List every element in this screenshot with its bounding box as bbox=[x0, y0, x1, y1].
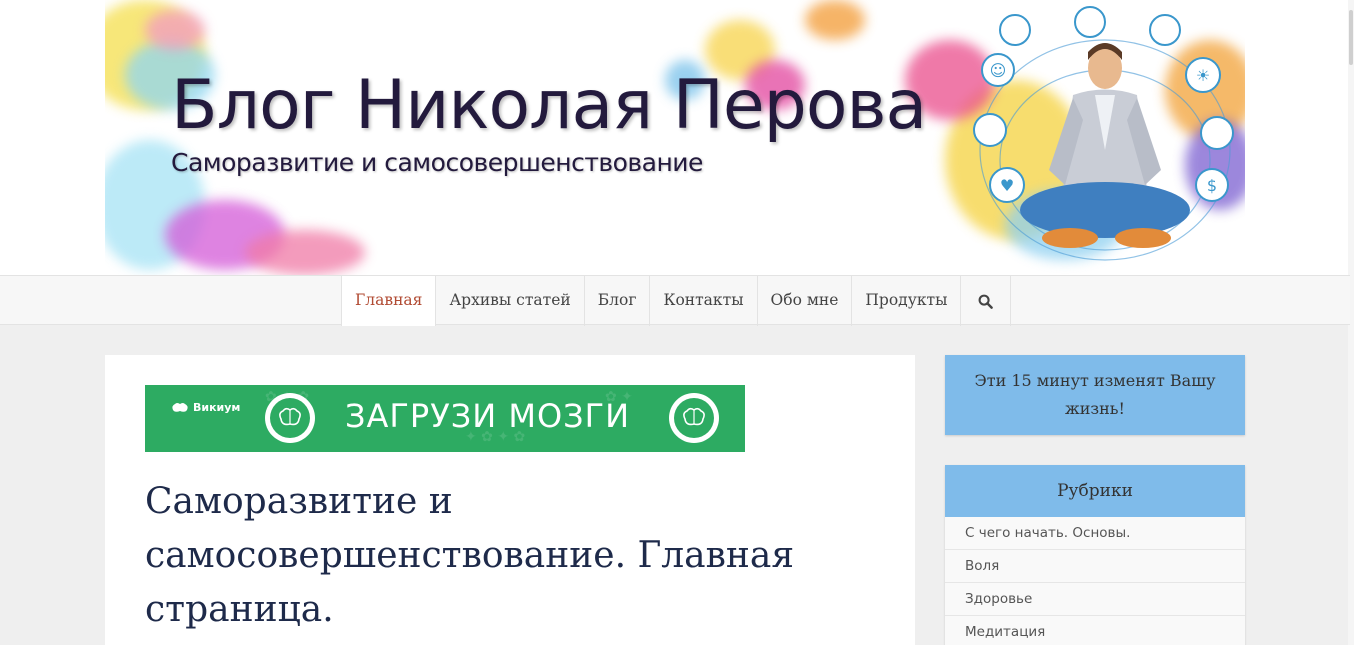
ad-banner[interactable]: ✿ ✦ ✿ ✦ ✿ ✦ ✿ ✿ ✦ Викиум ЗАГРУЗИ МОЗГИ bbox=[145, 385, 745, 452]
site-title[interactable]: Блог Николая Перова bbox=[171, 66, 927, 145]
nav-item-contacts[interactable]: Контакты bbox=[650, 276, 758, 326]
main-content: ✿ ✦ ✿ ✦ ✿ ✦ ✿ ✿ ✦ Викиум ЗАГРУЗИ МОЗГИ С… bbox=[105, 355, 915, 645]
nav-item-home[interactable]: Главная bbox=[342, 276, 437, 326]
svg-text:☺: ☺ bbox=[990, 61, 1007, 80]
main-navigation: Главная Архивы статей Блог Контакты Обо … bbox=[0, 275, 1350, 326]
nav-menu: Главная Архивы статей Блог Контакты Обо … bbox=[341, 276, 1012, 326]
nav-item-archives[interactable]: Архивы статей bbox=[436, 276, 585, 326]
nav-item-products[interactable]: Продукты bbox=[852, 276, 962, 326]
svg-text:$: $ bbox=[1207, 176, 1217, 195]
scrollbar-thumb[interactable] bbox=[1349, 10, 1353, 65]
svg-text:☀: ☀ bbox=[1196, 66, 1210, 85]
categories-widget: Рубрики С чего начать. Основы. Воля Здор… bbox=[945, 465, 1245, 645]
svg-text:♥: ♥ bbox=[1000, 176, 1014, 195]
nav-item-blog[interactable]: Блог bbox=[585, 276, 651, 326]
meditation-illustration: $ ♥ ☀ ☺ bbox=[973, 6, 1234, 261]
site-tagline: Саморазвитие и самосовершенствование bbox=[171, 148, 703, 177]
header-banner[interactable]: Блог Николая Перова Саморазвитие и самос… bbox=[105, 0, 1245, 275]
category-link[interactable]: Здоровье bbox=[945, 583, 1245, 616]
category-link[interactable]: Медитация bbox=[945, 616, 1245, 645]
cta-widget[interactable]: Эти 15 минут изменят Вашу жизнь! bbox=[945, 355, 1245, 435]
category-link[interactable]: С чего начать. Основы. bbox=[945, 517, 1245, 550]
nav-search-button[interactable] bbox=[961, 276, 1012, 326]
brain-icon bbox=[265, 393, 315, 443]
ad-headline: ЗАГРУЗИ МОЗГИ bbox=[345, 397, 631, 435]
site-header: Блог Николая Перова Саморазвитие и самос… bbox=[0, 0, 1354, 275]
brain-icon bbox=[669, 393, 719, 443]
nav-item-about[interactable]: Обо мне bbox=[758, 276, 853, 326]
categories-title: Рубрики bbox=[945, 465, 1245, 517]
search-icon bbox=[978, 294, 994, 309]
brain-logo-icon bbox=[172, 402, 188, 412]
page-title: Саморазвитие и самосовершенствование. Гл… bbox=[145, 481, 795, 630]
category-link[interactable]: Воля bbox=[945, 550, 1245, 583]
ad-brand-label: Викиум bbox=[193, 401, 241, 414]
ad-brand: Викиум bbox=[171, 401, 240, 414]
